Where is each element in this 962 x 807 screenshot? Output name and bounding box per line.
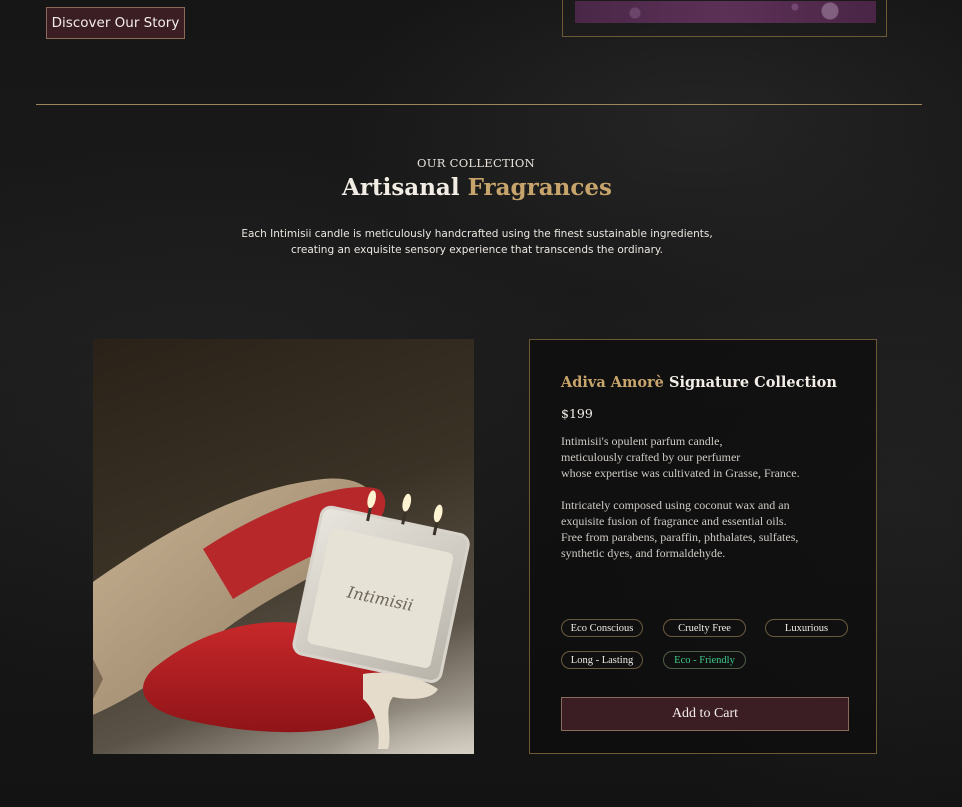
description-line: whose expertise was cultivated in Grasse… [561,466,800,480]
product-description-ingredients: Intricately composed using coconut wax a… [561,497,851,561]
product-title: Adiva Amorè Signature Collection [561,374,837,391]
product-price: $199 [561,406,593,421]
product-name-highlight: Adiva Amorè [561,374,664,391]
section-title: Artisanal Fragrances [0,174,954,201]
description-line: Intimisii's opulent parfum candle, [561,434,723,448]
product-description: Intimisii's opulent parfum candle, metic… [561,433,851,481]
description-line: Intricately composed using coconut wax a… [561,498,790,512]
description-line: Free from parabens, paraffin, phthalates… [561,530,799,544]
hero-image-frame [562,0,887,37]
product-card: Adiva Amorè Signature Collection $199 In… [529,339,877,754]
tag-cruelty-free: Cruelty Free [663,619,746,637]
section-eyebrow: OUR COLLECTION [416,156,536,170]
discover-our-story-button[interactable]: Discover Our Story [46,7,185,39]
section-description: Each Intimisii candle is meticulously ha… [0,226,954,258]
product-name-rest: Signature Collection [668,374,837,391]
section-title-part1: Artisanal [342,174,460,201]
candle-on-heels-illustration: Intimisii [93,478,470,749]
section-description-line: creating an exquisite sensory experience… [291,244,663,256]
description-line: exquisite fusion of fragrance and essent… [561,514,787,528]
hero-image [575,1,876,23]
tag-eco-conscious: Eco Conscious [561,619,643,637]
product-image: Intimisii [93,339,474,754]
section-description-line: Each Intimisii candle is meticulously ha… [241,228,713,240]
add-to-cart-button[interactable]: Add to Cart [561,697,849,731]
section-divider [36,104,922,105]
tag-luxurious: Luxurious [765,619,848,637]
section-title-part2: Fragrances [467,174,612,201]
tag-long-lasting: Long - Lasting [561,651,643,669]
tag-eco-friendly: Eco - Friendly [663,651,746,669]
description-line: synthetic dyes, and formaldehyde. [561,546,726,560]
description-line: meticulously crafted by our perfumer [561,450,741,464]
